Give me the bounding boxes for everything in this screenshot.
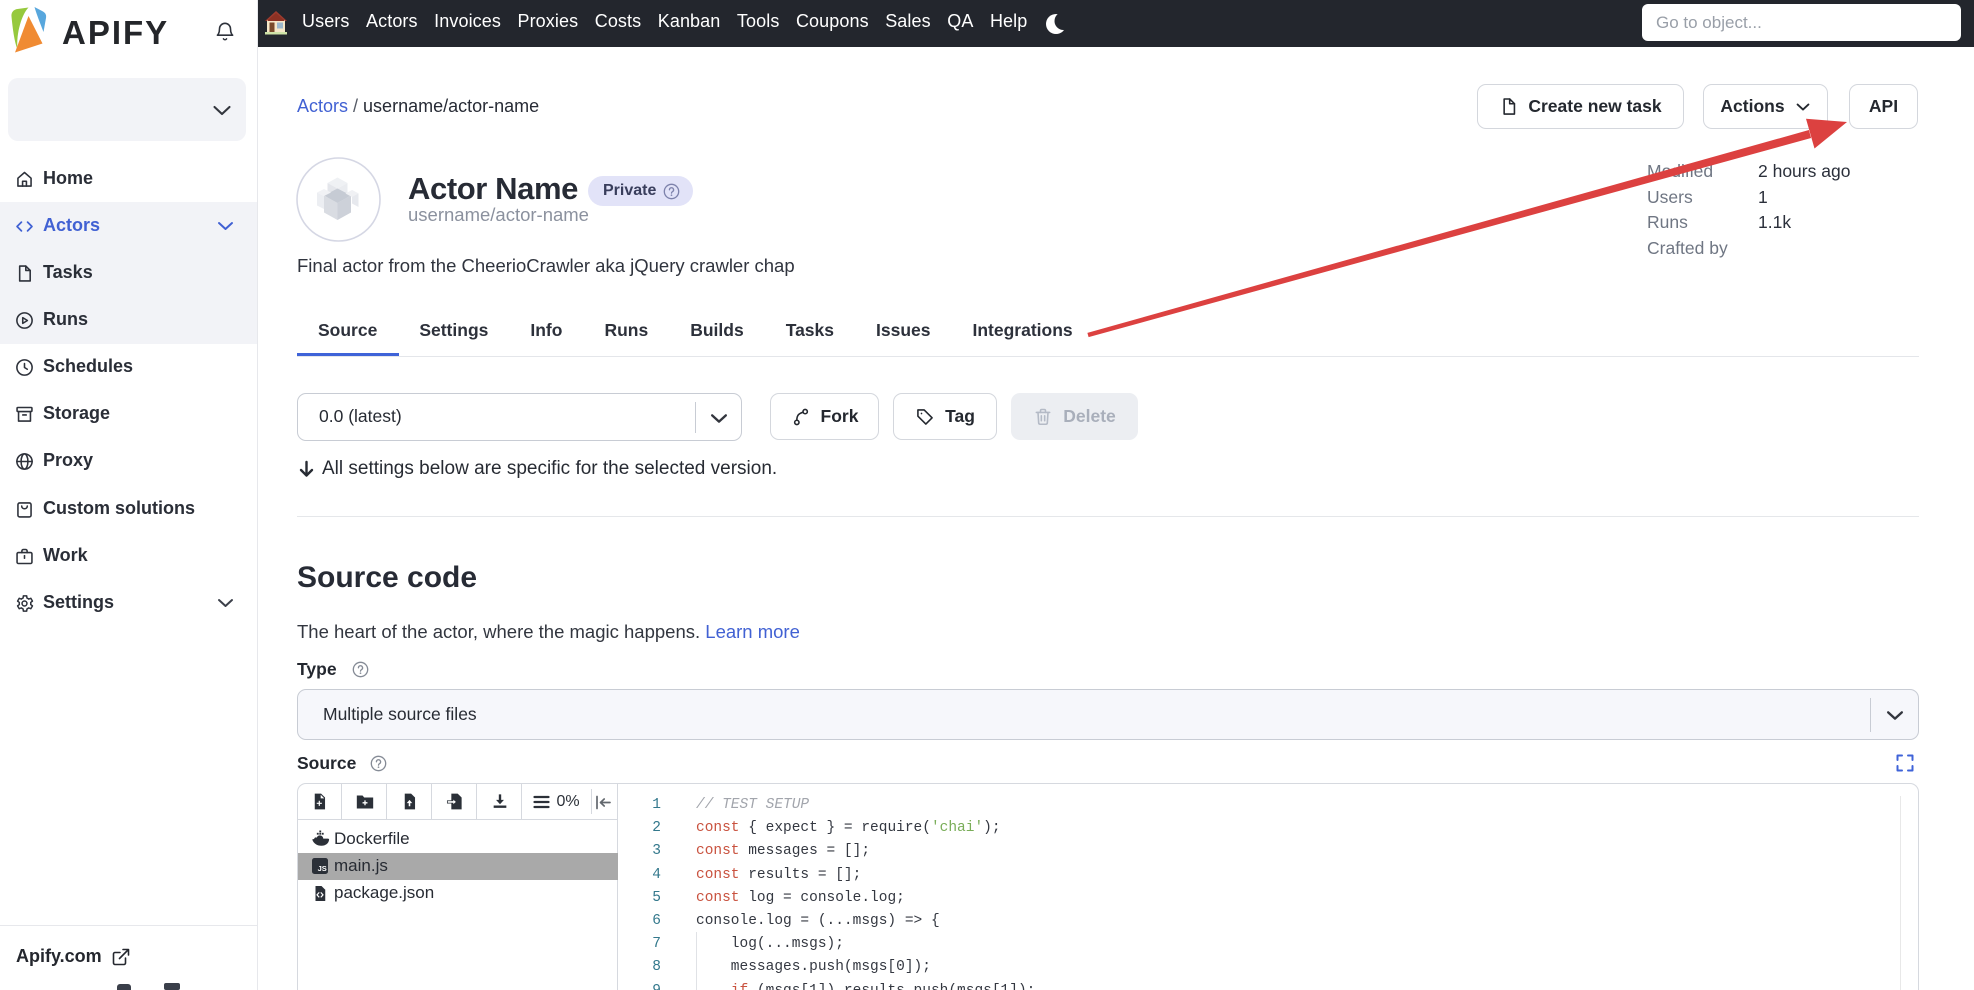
svg-text:JS: JS [318,864,327,873]
